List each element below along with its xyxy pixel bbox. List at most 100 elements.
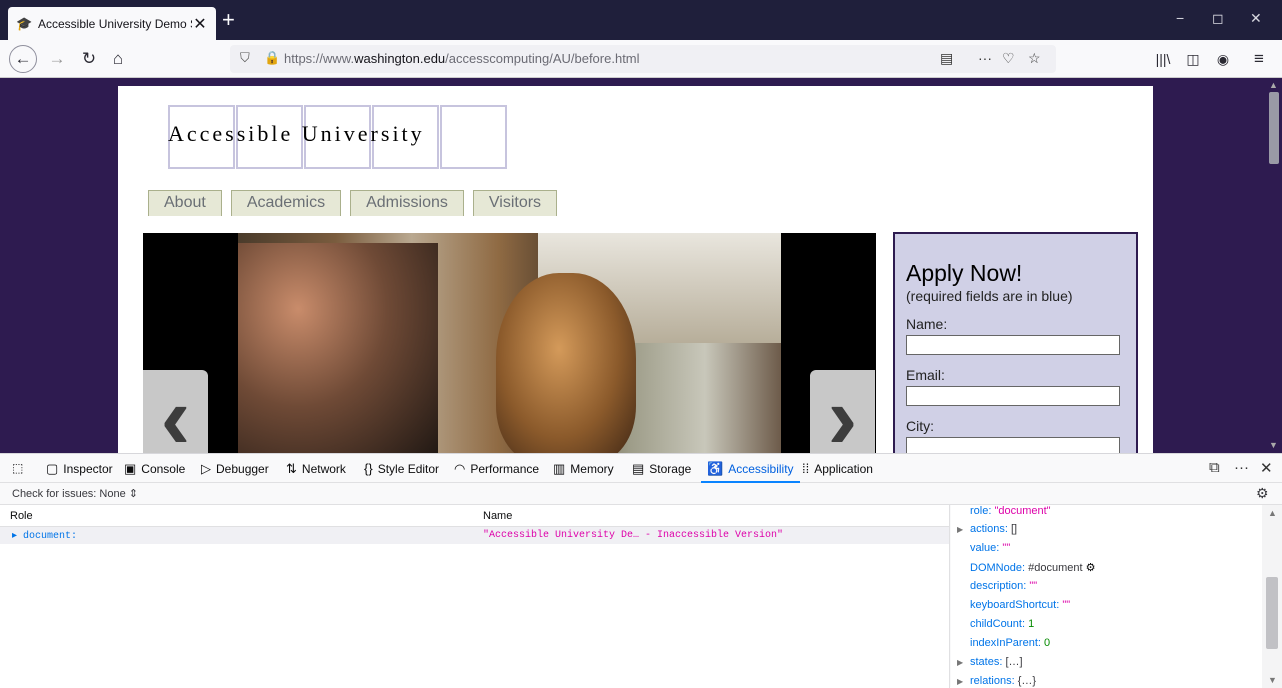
properties-panel: role: "document" ▶ actions: [] value: "" …: [951, 505, 1282, 688]
page-scroll-thumb[interactable]: [1269, 92, 1279, 164]
nav-about[interactable]: About: [148, 190, 222, 216]
close-tab-icon[interactable]: ✕: [192, 14, 208, 34]
page-actions-icon[interactable]: ···: [978, 50, 992, 66]
tab-storage[interactable]: ▤ Storage: [632, 461, 691, 477]
tab-application[interactable]: ⁞⁞ Application: [802, 461, 873, 476]
inspector-icon: ▢: [46, 461, 59, 476]
style-editor-icon: {}: [364, 461, 373, 476]
accessibility-icon: ♿: [707, 461, 724, 476]
tree-row-role: ▸ document:: [12, 531, 78, 542]
prop-index-in-parent: indexInParent: 0: [970, 637, 1051, 649]
properties-scroll-thumb[interactable]: [1266, 577, 1278, 649]
settings-gear-icon[interactable]: ⚙: [1256, 485, 1269, 502]
tab-title: Accessible University Demo Site: [38, 16, 192, 31]
url-text[interactable]: https://www.washington.edu/accesscomputi…: [284, 51, 640, 66]
carousel-photo: [238, 233, 781, 453]
bookmark-star-icon[interactable]: ☆: [1028, 50, 1041, 67]
site-nav: About Academics Admissions Visitors: [148, 190, 566, 216]
nav-admissions[interactable]: Admissions: [350, 190, 464, 216]
back-button[interactable]: ←: [9, 45, 37, 73]
close-devtools-icon[interactable]: ✕: [1260, 459, 1273, 477]
devtools-tabbar: ⬚ ▢ Inspector ▣ Console ▷ Debugger ⇅ Network…: [0, 454, 1282, 483]
properties-scrollbar[interactable]: ▲ ▼: [1262, 505, 1282, 688]
element-picker-icon[interactable]: ⬚: [12, 461, 23, 475]
restore-button[interactable]: ◻: [1212, 10, 1224, 27]
tree-row[interactable]: ▸ document: "Accessible University De… -…: [0, 527, 949, 544]
tab-debugger[interactable]: ▷ Debugger: [201, 461, 269, 477]
reader-view-icon[interactable]: ▤: [940, 50, 953, 67]
inspect-node-icon[interactable]: ⚙: [1086, 562, 1096, 574]
library-icon[interactable]: |||\: [1150, 46, 1176, 72]
apply-subheading: (required fields are in blue): [906, 288, 1073, 304]
tab-accessibility[interactable]: ♿ Accessibility: [701, 461, 800, 483]
prop-domnode: DOMNode: #document ⚙: [970, 562, 1096, 574]
browser-navbar: ← → ↻ ⌂ ⛉ 🔒 https://www.washington.edu/a…: [0, 40, 1282, 78]
city-input[interactable]: [906, 437, 1120, 453]
browser-tab[interactable]: 🎓 Accessible University Demo Site ✕: [8, 7, 216, 40]
apply-heading: Apply Now!: [906, 260, 1023, 286]
tree-row-name: "Accessible University De… - Inaccessibl…: [483, 530, 784, 541]
sidebar-icon[interactable]: ◫: [1180, 46, 1206, 72]
prop-states[interactable]: ▶ states: […]: [957, 656, 1023, 668]
storage-icon: ▤: [632, 461, 645, 476]
a11y-toolbar: Check for issues: None ⇕ ⚙: [0, 483, 1282, 505]
prop-value: value: "": [970, 542, 1011, 554]
shield-icon[interactable]: ⛉: [240, 50, 250, 66]
apply-form: Apply Now! (required fields are in blue)…: [893, 232, 1138, 453]
prop-role: role: "document": [970, 505, 1051, 517]
page-container: Accessible University About Academics Ad…: [118, 86, 1153, 453]
check-issues-select[interactable]: Check for issues: None ⇕: [12, 487, 138, 500]
memory-icon: ▥: [553, 461, 566, 476]
tab-network[interactable]: ⇅ Network: [286, 461, 346, 477]
name-column-header: Name: [483, 510, 513, 522]
close-window-button[interactable]: ✕: [1250, 10, 1262, 27]
image-carousel: ‹ ›: [143, 233, 876, 453]
logo-text: Accessible University: [168, 121, 425, 146]
nav-academics[interactable]: Academics: [230, 190, 342, 216]
dock-icon[interactable]: ⧉: [1209, 459, 1220, 476]
forward-button[interactable]: →: [44, 46, 70, 72]
new-tab-button[interactable]: +: [222, 9, 235, 31]
more-options-icon[interactable]: ···: [1234, 459, 1249, 476]
page-scrollbar[interactable]: ▲ ▼: [1265, 78, 1282, 453]
home-button[interactable]: ⌂: [105, 46, 131, 72]
carousel-prev-button[interactable]: ‹: [143, 370, 208, 453]
browser-titlebar: 🎓 Accessible University Demo Site ✕ + − …: [0, 0, 1282, 40]
nav-visitors[interactable]: Visitors: [472, 190, 558, 216]
performance-icon: ◠: [454, 461, 466, 476]
tab-inspector[interactable]: ▢ Inspector: [46, 461, 113, 477]
debugger-icon: ▷: [201, 461, 211, 476]
prop-child-count: childCount: 1: [970, 618, 1035, 630]
a11y-tree: Role Name ▸ document: "Accessible Univer…: [0, 505, 950, 688]
email-label: Email:: [906, 367, 945, 383]
tree-header: Role Name: [0, 505, 949, 527]
tab-style-editor[interactable]: {} Style Editor: [364, 461, 439, 476]
name-input[interactable]: [906, 335, 1120, 355]
prop-relations[interactable]: ▶ relations: {…}: [957, 675, 1036, 687]
url-bar[interactable]: ⛉ 🔒 https://www.washington.edu/accesscom…: [230, 45, 1056, 73]
mortarboard-icon: 🎓: [16, 15, 33, 31]
prop-actions[interactable]: ▶ actions: []: [957, 523, 1017, 535]
prop-description: description: "": [970, 580, 1038, 592]
pocket-icon[interactable]: ♡: [1002, 50, 1015, 67]
site-logo[interactable]: Accessible University: [168, 105, 508, 169]
minimize-button[interactable]: −: [1176, 10, 1184, 26]
tab-console[interactable]: ▣ Console: [124, 461, 185, 477]
carousel-next-button[interactable]: ›: [810, 370, 875, 453]
devtools-panel: ⬚ ▢ Inspector ▣ Console ▷ Debugger ⇅ Network…: [0, 453, 1282, 688]
role-column-header: Role: [10, 510, 33, 522]
application-icon: ⁞⁞: [802, 461, 810, 476]
account-icon[interactable]: ◉: [1210, 46, 1236, 72]
tab-memory[interactable]: ▥ Memory: [553, 461, 614, 477]
network-icon: ⇅: [286, 461, 297, 476]
name-label: Name:: [906, 316, 948, 332]
prop-keyboard-shortcut: keyboardShortcut: "": [970, 599, 1071, 611]
email-input[interactable]: [906, 386, 1120, 406]
tab-performance[interactable]: ◠ Performance: [454, 461, 539, 477]
console-icon: ▣: [124, 461, 137, 476]
menu-icon[interactable]: ≡: [1246, 46, 1272, 72]
page-viewport: Accessible University About Academics Ad…: [0, 78, 1282, 453]
reload-button[interactable]: ↻: [76, 46, 102, 72]
lock-icon[interactable]: 🔒: [264, 50, 280, 66]
city-label: City:: [906, 418, 934, 434]
